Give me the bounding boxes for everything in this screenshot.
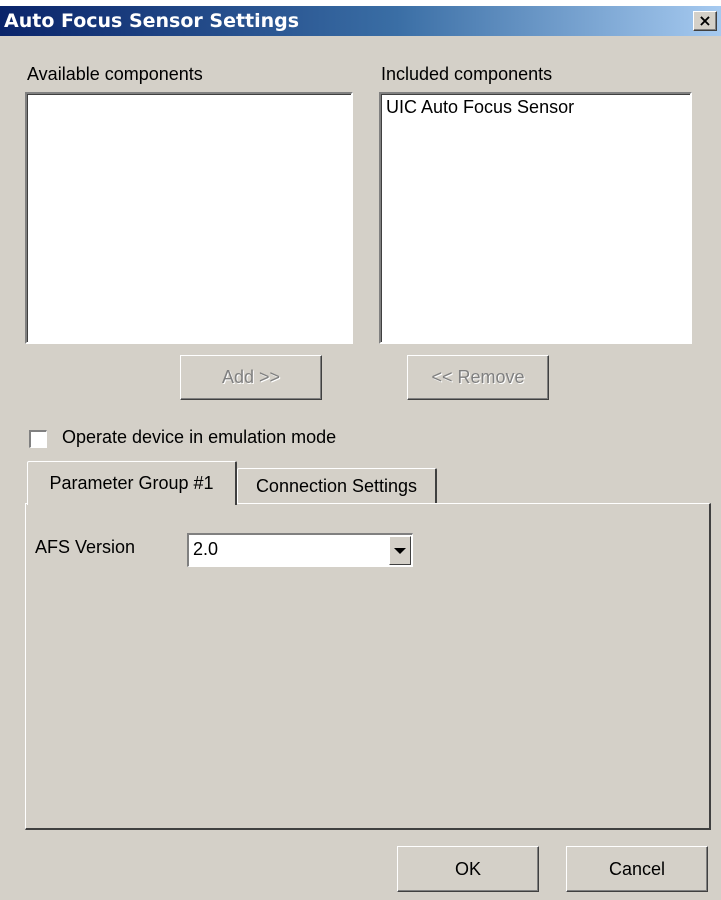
afs-version-label: AFS Version	[35, 537, 136, 557]
tab-parameter-group-1[interactable]: Parameter Group #1	[27, 461, 237, 505]
list-item[interactable]: UIC Auto Focus Sensor	[386, 97, 574, 118]
close-button[interactable]: ×	[693, 11, 717, 31]
tab-connection-settings[interactable]: Connection Settings	[237, 468, 437, 503]
tab-label: Connection Settings	[255, 475, 418, 496]
available-components-list[interactable]	[25, 92, 353, 344]
ok-button[interactable]: OK	[397, 846, 539, 892]
add-button[interactable]: Add >>	[180, 355, 322, 400]
available-components-label: Available components	[27, 64, 203, 84]
close-icon: ×	[698, 11, 712, 30]
tab-label: Parameter Group #1	[49, 473, 214, 493]
chevron-down-icon	[394, 547, 406, 554]
remove-button[interactable]: << Remove	[407, 355, 549, 400]
emulation-label[interactable]: Operate device in emulation mode	[62, 427, 336, 448]
tab-panel-parameter-group-1: AFS Version 2.0	[25, 503, 711, 830]
emulation-checkbox[interactable]	[29, 430, 47, 448]
afs-version-value: 2.0	[193, 539, 219, 559]
included-components-label: Included components	[381, 64, 553, 84]
title-bar[interactable]: Auto Focus Sensor Settings ×	[0, 6, 721, 36]
dialog-window: Auto Focus Sensor Settings × Available c…	[0, 6, 721, 900]
included-components-list[interactable]: UIC Auto Focus Sensor	[379, 92, 692, 344]
afs-version-select[interactable]: 2.0	[187, 533, 413, 567]
dropdown-button[interactable]	[389, 536, 411, 565]
cancel-button[interactable]: Cancel	[566, 846, 708, 892]
window-title: Auto Focus Sensor Settings	[4, 10, 300, 32]
